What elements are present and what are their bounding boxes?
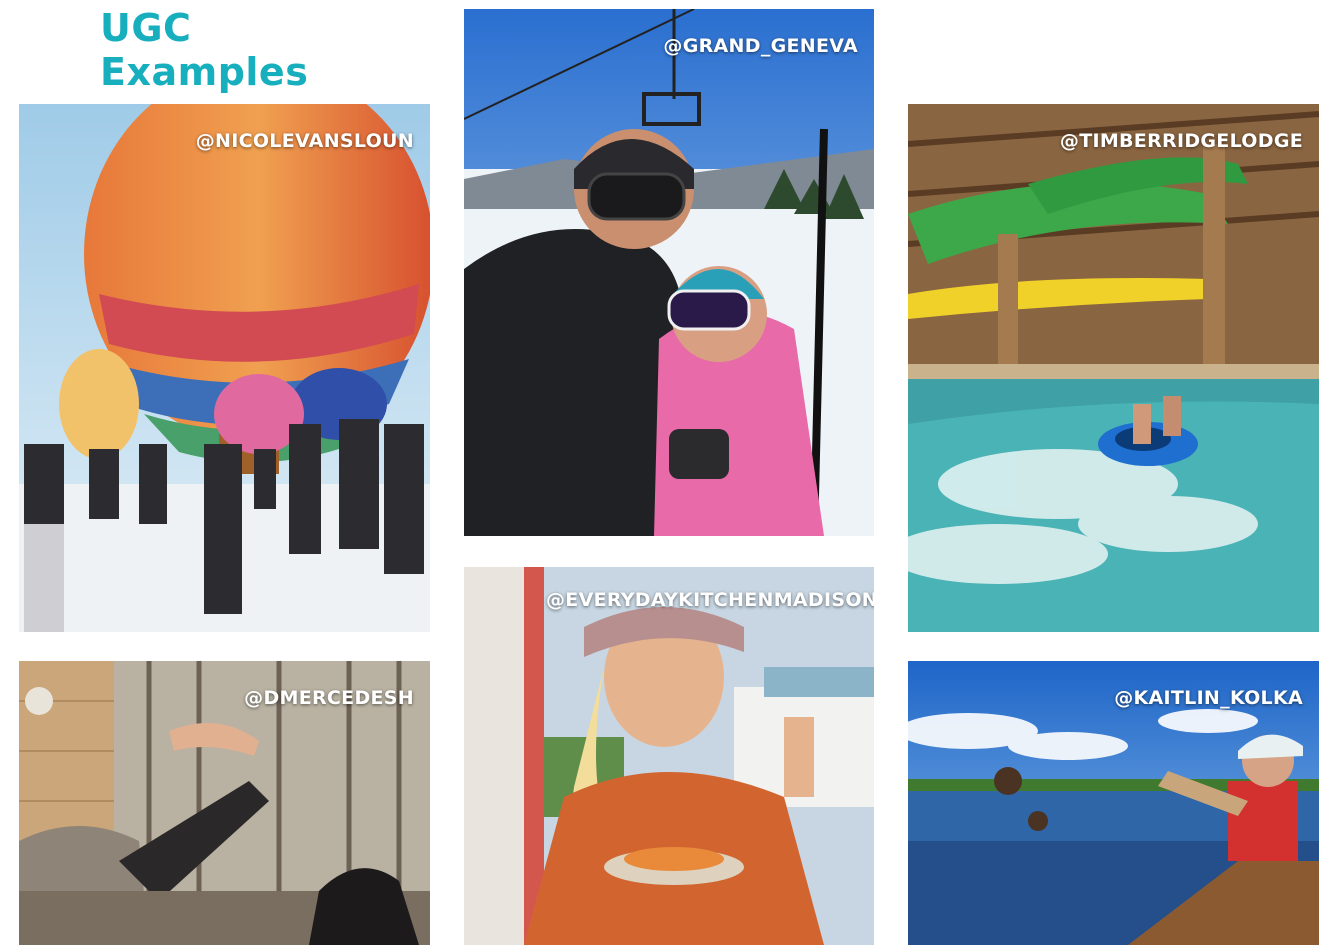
ugc-photo-waterpark[interactable]: @TIMBERRIDGELODGE bbox=[908, 104, 1319, 632]
ski-photo bbox=[464, 9, 874, 536]
handle-label: @TIMBERRIDGELODGE bbox=[1059, 130, 1303, 152]
ugc-photo-balloons[interactable]: @NICOLEVANSLOUN bbox=[19, 104, 430, 632]
handle-label: @EVERYDAYKITCHENMADISON bbox=[546, 589, 874, 611]
food-photo bbox=[464, 567, 874, 945]
waterpark-photo bbox=[908, 104, 1319, 632]
handle-label: @GRAND_GENEVA bbox=[663, 35, 858, 57]
balloon-photo bbox=[19, 104, 430, 632]
ugc-photo-canoe[interactable]: @KAITLIN_KOLKA bbox=[908, 661, 1319, 945]
handle-label: @KAITLIN_KOLKA bbox=[1114, 687, 1303, 709]
handle-label: @NICOLEVANSLOUN bbox=[195, 130, 414, 152]
ugc-photo-food[interactable]: @EVERYDAYKITCHENMADISON bbox=[464, 567, 874, 945]
ugc-photo-ski[interactable]: @GRAND_GENEVA bbox=[464, 9, 874, 536]
page-title: UGC Examples bbox=[100, 6, 309, 94]
ugc-photo-cabin[interactable]: @DMERCEDESH bbox=[19, 661, 430, 945]
handle-label: @DMERCEDESH bbox=[244, 687, 414, 709]
